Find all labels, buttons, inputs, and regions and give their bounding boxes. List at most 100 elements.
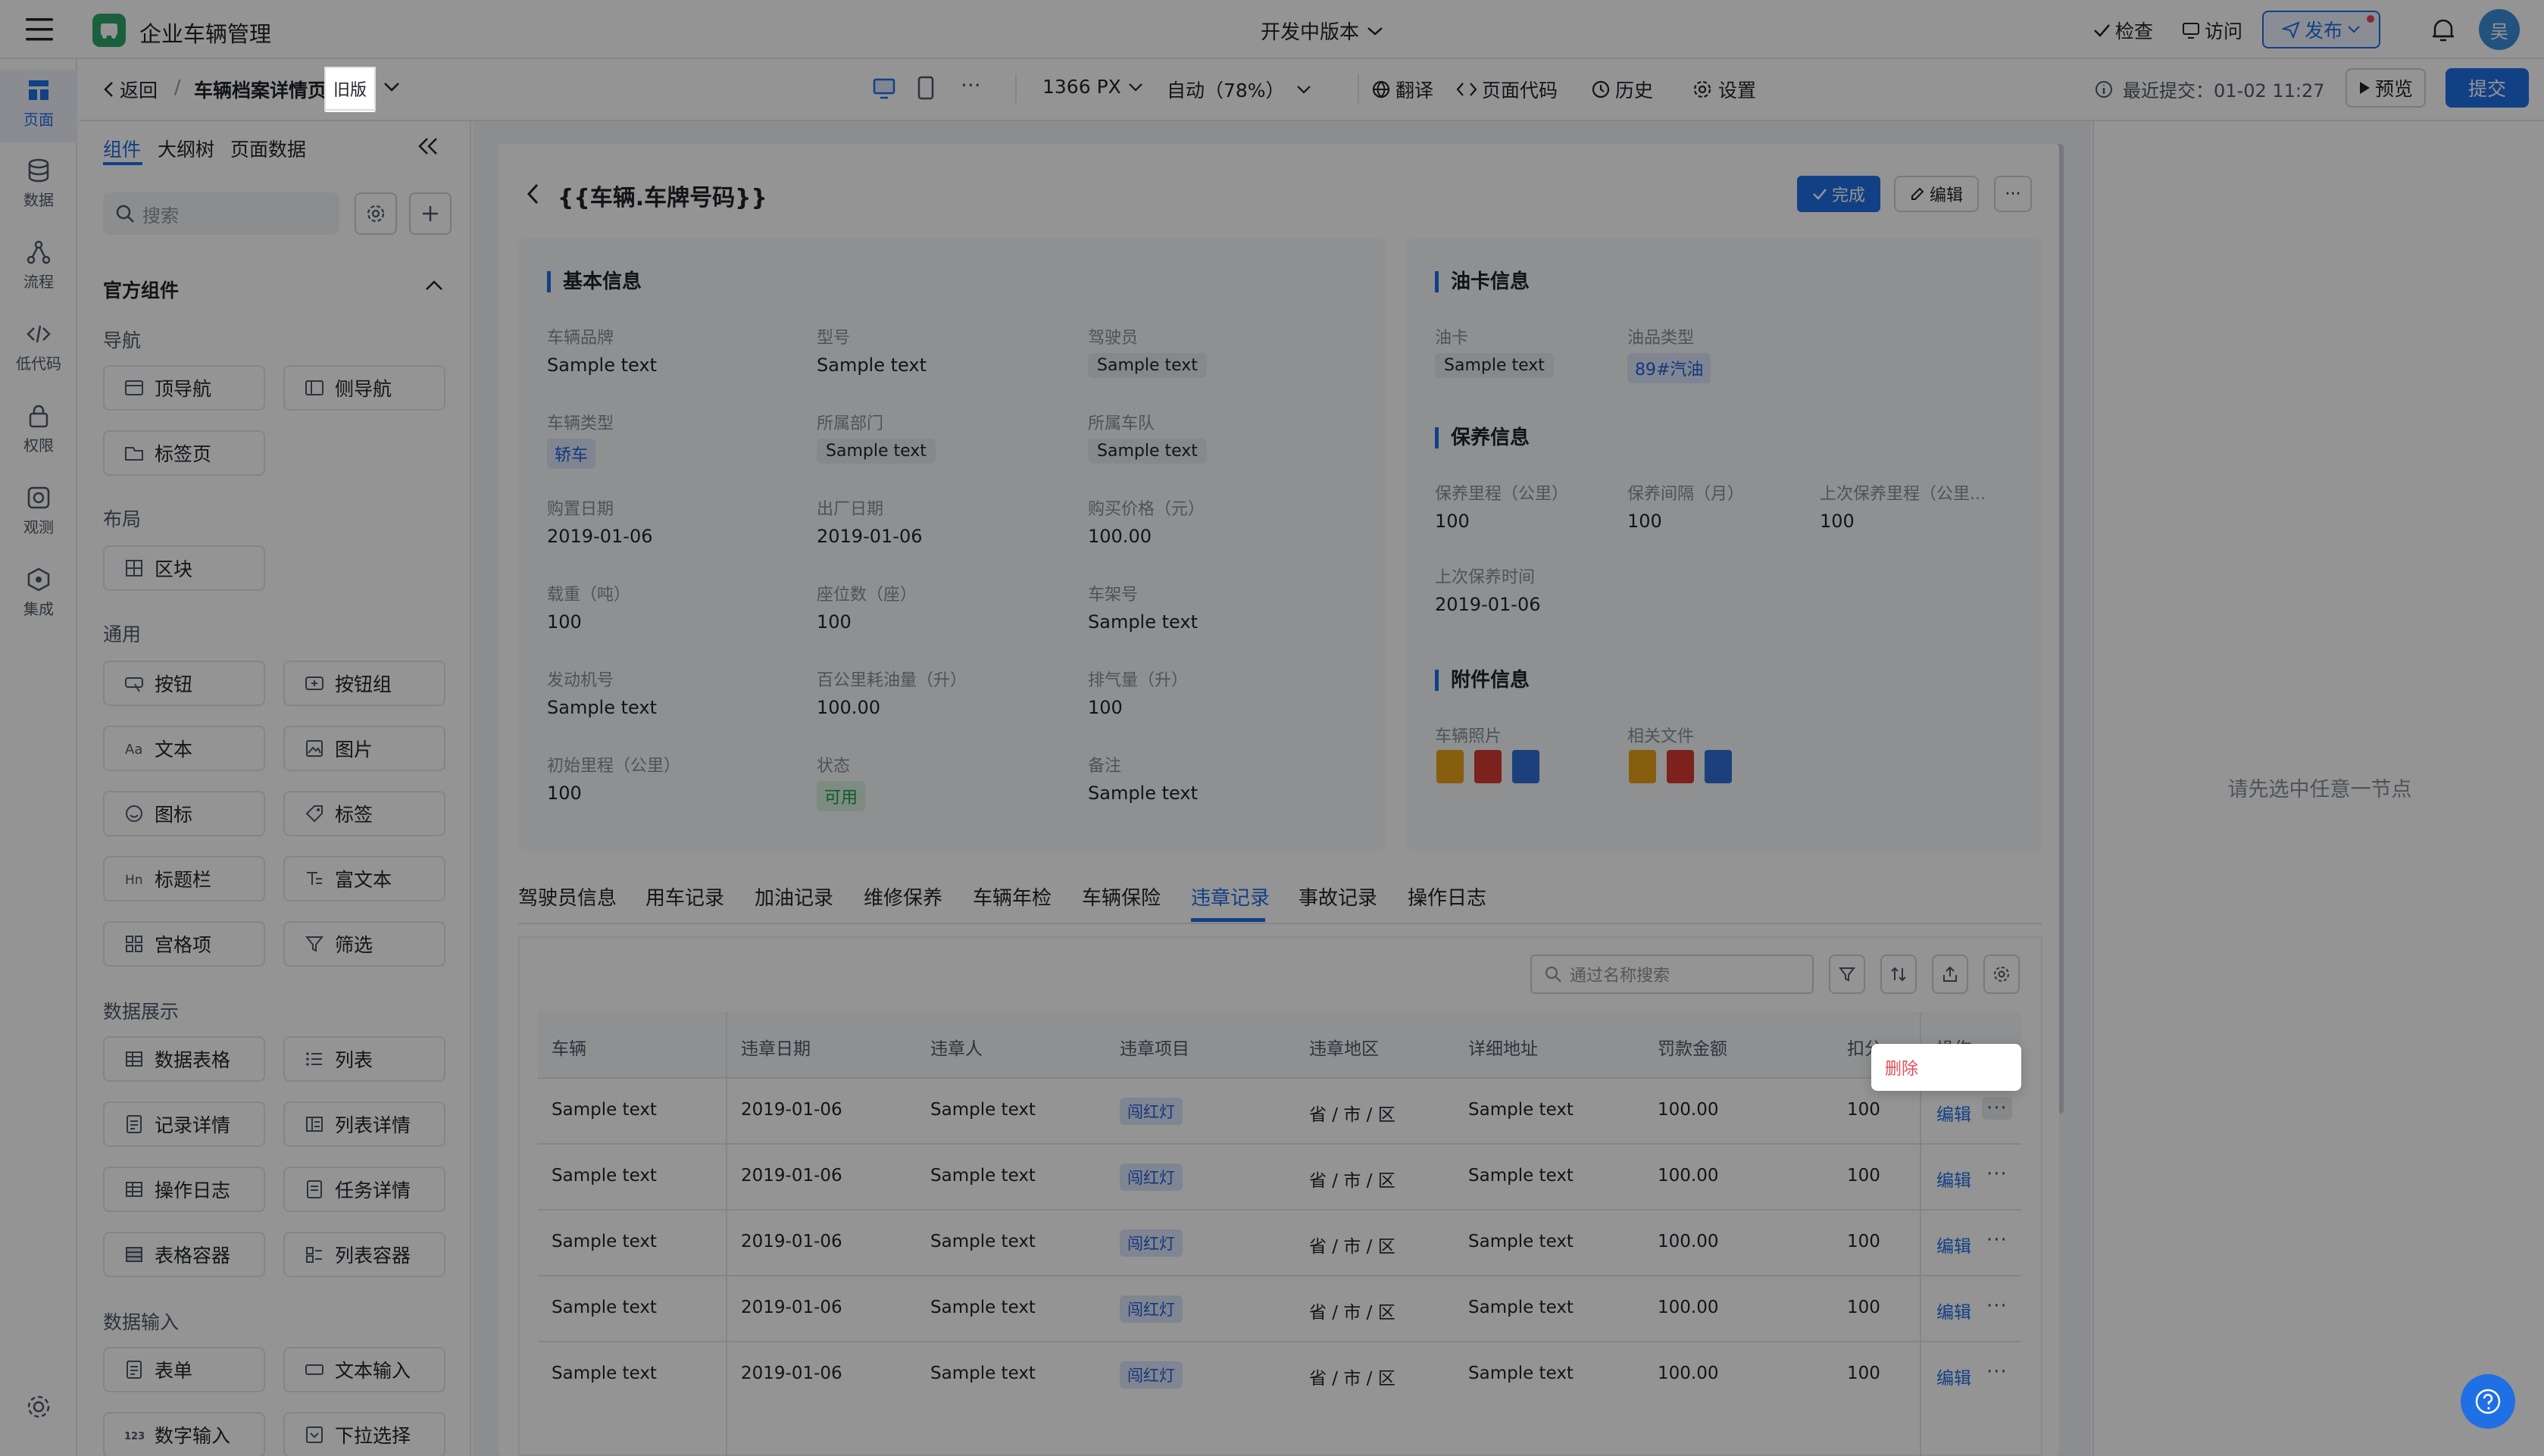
pdf-file-icon[interactable]: [1474, 750, 1502, 783]
comp-record-detail[interactable]: 记录详情: [103, 1101, 265, 1147]
zoom-selector[interactable]: 自动（78%）: [1167, 76, 1312, 103]
row-more-button[interactable]: ···: [1986, 1163, 2008, 1186]
mobile-icon[interactable]: [917, 76, 935, 100]
more-button[interactable]: ···: [1994, 176, 2032, 212]
chevron-left-icon[interactable]: [524, 182, 541, 206]
row-more-button[interactable]: ···: [1982, 1097, 2012, 1120]
pdf-file-icon[interactable]: [1667, 750, 1694, 783]
page-code-button[interactable]: 页面代码: [1456, 76, 1558, 103]
comp-grid-item[interactable]: 宫格项: [103, 921, 265, 967]
comp-heading[interactable]: Hn 标题栏: [103, 856, 265, 901]
column-header[interactable]: 车辆: [552, 1034, 586, 1060]
column-header[interactable]: 罚款金额: [1658, 1034, 1727, 1060]
desktop-icon[interactable]: [873, 77, 895, 100]
tab-item[interactable]: 违章记录: [1191, 883, 1270, 911]
table-export-button[interactable]: [1932, 955, 1968, 994]
check-button[interactable]: 检查: [2092, 17, 2153, 44]
publish-button[interactable]: 发布: [2262, 11, 2380, 48]
collapse-icon[interactable]: [417, 136, 439, 156]
chevron-down-icon[interactable]: [382, 80, 402, 95]
comp-side-nav[interactable]: 侧导航: [283, 365, 445, 411]
comp-task-detail[interactable]: 任务详情: [283, 1167, 445, 1212]
row-edit-link[interactable]: 编辑: [1936, 1298, 1971, 1323]
comp-block[interactable]: 区块: [103, 545, 265, 591]
delete-action[interactable]: 删除: [1885, 1055, 1918, 1080]
table-sort-button[interactable]: [1880, 955, 1917, 994]
comp-text-input[interactable]: 文本输入: [283, 1347, 445, 1392]
comp-list-detail[interactable]: 列表详情: [283, 1101, 445, 1147]
tab-item[interactable]: 车辆年检: [973, 883, 1052, 911]
submit-button[interactable]: 提交: [2446, 68, 2529, 108]
avatar[interactable]: 吴: [2479, 9, 2520, 50]
comp-top-nav[interactable]: 顶导航: [103, 365, 265, 411]
column-header[interactable]: 违章地区: [1309, 1034, 1379, 1060]
preview-button[interactable]: 预览: [2346, 68, 2426, 108]
edit-button[interactable]: 编辑: [1894, 176, 1979, 212]
comp-select[interactable]: 下拉选择: [283, 1412, 445, 1456]
comp-rich-text[interactable]: 富文本: [283, 856, 445, 901]
column-header[interactable]: 违章人: [930, 1034, 983, 1060]
row-edit-link[interactable]: 编辑: [1936, 1166, 1971, 1192]
add-button[interactable]: [409, 192, 452, 235]
back-button[interactable]: 返回: [102, 76, 158, 103]
column-header[interactable]: 详细地址: [1468, 1034, 1538, 1060]
visit-button[interactable]: 访问: [2182, 17, 2242, 44]
row-edit-link[interactable]: 编辑: [1936, 1100, 1971, 1126]
search-input[interactable]: 搜索: [103, 192, 339, 235]
tab-page-data[interactable]: 页面数据: [230, 135, 306, 162]
rail-item-permission[interactable]: 权限: [0, 403, 77, 455]
history-button[interactable]: 历史: [1591, 76, 1653, 103]
row-more-button[interactable]: ···: [1986, 1295, 2008, 1317]
comp-table-container[interactable]: 表格容器: [103, 1232, 265, 1277]
tab-outline[interactable]: 大纲树: [158, 135, 214, 162]
tab-item[interactable]: 事故记录: [1299, 883, 1377, 911]
table-filter-button[interactable]: [1829, 955, 1865, 994]
column-header[interactable]: 违章日期: [741, 1034, 811, 1060]
doc-file-icon[interactable]: [1512, 750, 1539, 783]
tab-item[interactable]: 驾驶员信息: [518, 883, 617, 911]
row-more-button[interactable]: ···: [1986, 1229, 2008, 1251]
comp-icon[interactable]: 图标: [103, 791, 265, 836]
comp-tabs[interactable]: 标签页: [103, 430, 265, 476]
doc-file-icon[interactable]: [1705, 750, 1732, 783]
comp-list-container[interactable]: 列表容器: [283, 1232, 445, 1277]
image-file-icon[interactable]: [1629, 750, 1656, 783]
comp-text[interactable]: Aa 文本: [103, 726, 265, 771]
filter-settings-button[interactable]: [355, 192, 397, 235]
rail-item-integration[interactable]: 集成: [0, 567, 77, 619]
comp-data-table[interactable]: 数据表格: [103, 1036, 265, 1082]
tab-item[interactable]: 加油记录: [755, 883, 833, 911]
row-edit-link[interactable]: 编辑: [1936, 1232, 1971, 1258]
tab-components[interactable]: 组件: [103, 135, 141, 162]
comp-list[interactable]: 列表: [283, 1036, 445, 1082]
comp-image[interactable]: 图片: [283, 726, 445, 771]
tab-item[interactable]: 操作日志: [1408, 883, 1486, 911]
comp-button-group[interactable]: 按钮组: [283, 661, 445, 706]
rail-item-code[interactable]: 低代码: [0, 321, 77, 373]
rail-item-data[interactable]: 数据: [0, 158, 77, 210]
comp-tag[interactable]: 标签: [283, 791, 445, 836]
tab-item[interactable]: 车辆保险: [1082, 883, 1161, 911]
bell-icon[interactable]: [2430, 17, 2456, 44]
settings-button[interactable]: 设置: [1692, 76, 1756, 103]
width-selector[interactable]: 1366 PX: [1042, 76, 1144, 98]
comp-form[interactable]: 表单: [103, 1347, 265, 1392]
comp-button[interactable]: 按钮: [103, 661, 265, 706]
chevron-up-icon[interactable]: [424, 279, 444, 292]
more-devices-icon[interactable]: ···: [961, 73, 981, 98]
table-search-input[interactable]: 通过名称搜索: [1530, 955, 1814, 994]
tab-item[interactable]: 用车记录: [645, 883, 724, 911]
image-file-icon[interactable]: [1436, 750, 1464, 783]
old-version-badge[interactable]: 旧版: [324, 67, 376, 111]
done-button[interactable]: 完成: [1797, 176, 1880, 212]
rail-item-pages[interactable]: 页面: [0, 77, 77, 130]
table-settings-button[interactable]: [1983, 955, 2020, 994]
comp-number-input[interactable]: 123 数字输入: [103, 1412, 265, 1456]
comp-filter[interactable]: 筛选: [283, 921, 445, 967]
column-header[interactable]: 违章项目: [1120, 1034, 1189, 1060]
help-button[interactable]: [2461, 1374, 2515, 1429]
version-selector[interactable]: 开发中版本: [1261, 17, 1385, 45]
translate-button[interactable]: 翻译: [1356, 76, 1433, 103]
menu-icon[interactable]: [26, 17, 53, 42]
rail-item-monitor[interactable]: 观测: [0, 485, 77, 537]
